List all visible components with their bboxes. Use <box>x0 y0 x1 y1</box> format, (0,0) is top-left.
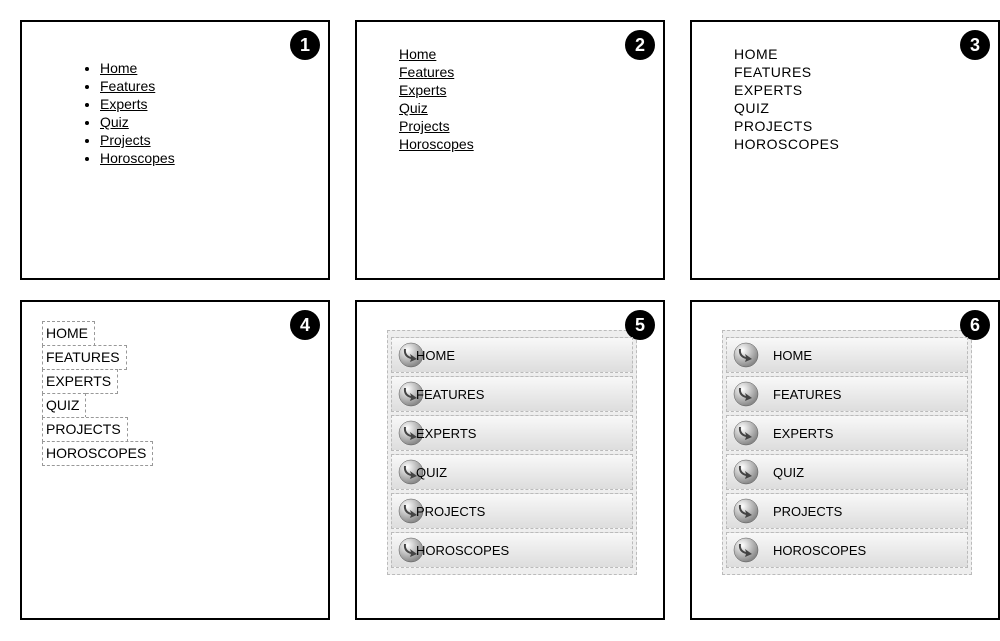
nav-button-horoscopes[interactable]: Horoscopes <box>726 532 968 568</box>
nav-button-quiz[interactable]: Quiz <box>726 454 968 490</box>
nav-list: Home Features Experts Quiz Projects Horo… <box>387 330 637 575</box>
nav-link-projects[interactable]: Projects <box>42 417 128 442</box>
panel-3: 3 Home Features Experts Quiz Projects Ho… <box>690 20 1000 280</box>
nav-label: Experts <box>416 426 476 441</box>
nav-link-features[interactable]: Features <box>100 78 155 94</box>
nav-link-home[interactable]: Home <box>399 46 436 62</box>
panel-number-badge: 6 <box>960 310 990 340</box>
nav-link-quiz[interactable]: Quiz <box>734 100 980 116</box>
nav-link-features[interactable]: Features <box>734 64 980 80</box>
nav-link-projects[interactable]: Projects <box>100 132 151 148</box>
arrow-down-right-icon <box>733 459 759 485</box>
nav-link-projects[interactable]: Projects <box>399 118 450 134</box>
nav-link-home[interactable]: Home <box>734 46 980 62</box>
list-item: Features <box>399 64 645 80</box>
nav-list: Home Features Experts Quiz Projects Horo… <box>722 330 972 575</box>
nav-link-horoscopes[interactable]: Horoscopes <box>734 136 980 152</box>
nav-link-features[interactable]: Features <box>399 64 454 80</box>
nav-button-features[interactable]: Features <box>391 376 633 412</box>
nav-link-projects[interactable]: Projects <box>734 118 980 134</box>
nav-link-experts[interactable]: Experts <box>399 82 446 98</box>
panel-number-badge: 2 <box>625 30 655 60</box>
arrow-down-right-icon <box>733 537 759 563</box>
nav-button-horoscopes[interactable]: Horoscopes <box>391 532 633 568</box>
panel-number-badge: 4 <box>290 310 320 340</box>
panel-number-badge: 3 <box>960 30 990 60</box>
nav-list: Home Features Experts Quiz Projects Horo… <box>42 322 310 466</box>
arrow-down-right-icon <box>733 342 759 368</box>
list-item: Experts <box>399 82 645 98</box>
nav-label: Projects <box>416 504 485 519</box>
nav-label: Horoscopes <box>773 543 866 558</box>
panel-grid: 1 Home Features Experts Quiz Projects Ho… <box>20 20 980 620</box>
nav-label: Projects <box>773 504 842 519</box>
nav-label: Quiz <box>416 465 447 480</box>
list-item: Home <box>399 46 645 62</box>
list-item: Projects <box>100 132 310 148</box>
nav-label: Quiz <box>773 465 804 480</box>
nav-link-horoscopes[interactable]: Horoscopes <box>42 441 153 466</box>
nav-button-projects[interactable]: Projects <box>391 493 633 529</box>
nav-button-experts[interactable]: Experts <box>391 415 633 451</box>
arrow-down-right-icon <box>733 420 759 446</box>
list-item: Horoscopes <box>100 150 310 166</box>
list-item: Quiz <box>100 114 310 130</box>
nav-button-projects[interactable]: Projects <box>726 493 968 529</box>
nav-label: Experts <box>773 426 833 441</box>
nav-button-experts[interactable]: Experts <box>726 415 968 451</box>
nav-label: Home <box>416 348 455 363</box>
nav-label: Horoscopes <box>416 543 509 558</box>
nav-link-experts[interactable]: Experts <box>100 96 147 112</box>
nav-link-experts[interactable]: Experts <box>734 82 980 98</box>
panel-6: 6 Home Features Experts Quiz Projects <box>690 300 1000 620</box>
list-item: Horoscopes <box>399 136 645 152</box>
list-item: Experts <box>100 96 310 112</box>
nav-label: Features <box>416 387 484 402</box>
arrow-down-right-icon <box>733 498 759 524</box>
list-item: Projects <box>399 118 645 134</box>
nav-button-home[interactable]: Home <box>726 337 968 373</box>
nav-link-horoscopes[interactable]: Horoscopes <box>100 150 175 166</box>
nav-link-quiz[interactable]: Quiz <box>399 100 428 116</box>
nav-link-experts[interactable]: Experts <box>42 369 118 394</box>
panel-4: 4 Home Features Experts Quiz Projects Ho… <box>20 300 330 620</box>
nav-list: Home Features Experts Quiz Projects Horo… <box>399 46 645 152</box>
nav-list: Home Features Experts Quiz Projects Horo… <box>734 46 980 152</box>
panel-number-badge: 5 <box>625 310 655 340</box>
panel-number-badge: 1 <box>290 30 320 60</box>
nav-button-home[interactable]: Home <box>391 337 633 373</box>
nav-link-horoscopes[interactable]: Horoscopes <box>399 136 474 152</box>
panel-2: 2 Home Features Experts Quiz Projects Ho… <box>355 20 665 280</box>
list-item: Quiz <box>399 100 645 116</box>
nav-label: Features <box>773 387 841 402</box>
nav-link-home[interactable]: Home <box>42 321 95 346</box>
nav-list: Home Features Experts Quiz Projects Horo… <box>100 60 310 166</box>
nav-button-quiz[interactable]: Quiz <box>391 454 633 490</box>
nav-link-quiz[interactable]: Quiz <box>100 114 129 130</box>
nav-label: Home <box>773 348 812 363</box>
list-item: Features <box>100 78 310 94</box>
arrow-down-right-icon <box>733 381 759 407</box>
list-item: Home <box>100 60 310 76</box>
nav-link-quiz[interactable]: Quiz <box>42 393 86 418</box>
nav-link-features[interactable]: Features <box>42 345 127 370</box>
nav-button-features[interactable]: Features <box>726 376 968 412</box>
nav-link-home[interactable]: Home <box>100 60 137 76</box>
panel-5: 5 Home Features Experts Quiz Projects <box>355 300 665 620</box>
panel-1: 1 Home Features Experts Quiz Projects Ho… <box>20 20 330 280</box>
